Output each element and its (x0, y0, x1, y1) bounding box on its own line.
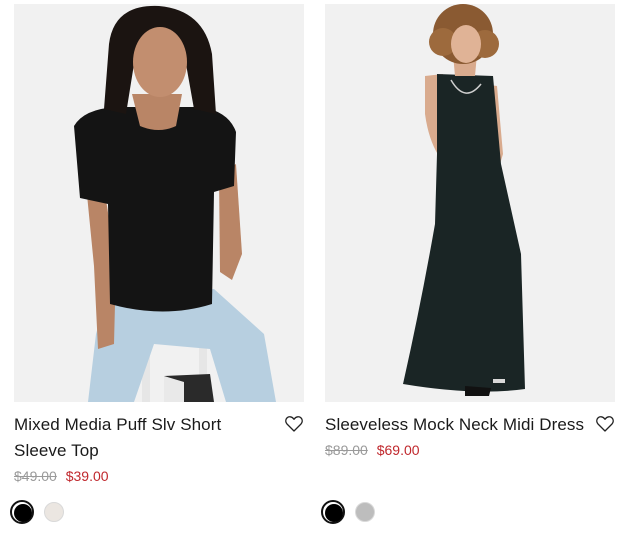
product-card[interactable]: Mixed Media Puff Slv Short Sleeve Top $4… (14, 4, 304, 485)
swatch-ivory[interactable] (42, 500, 66, 524)
swatch-black[interactable] (321, 500, 345, 524)
original-price: $89.00 (325, 442, 368, 458)
product-image[interactable] (325, 4, 615, 402)
product-photo-illustration (14, 4, 304, 402)
product-name[interactable]: Sleeveless Mock Neck Midi Dress (325, 412, 589, 438)
sale-price: $39.00 (65, 468, 109, 484)
swatch-black[interactable] (10, 500, 34, 524)
price-block: $89.00 $69.00 (325, 441, 615, 459)
product-name[interactable]: Mixed Media Puff Slv Short Sleeve Top (14, 412, 278, 464)
color-swatches (10, 500, 66, 524)
sale-price: $69.00 (376, 442, 420, 458)
product-photo-illustration (325, 4, 615, 402)
price-block: $49.00 $39.00 (14, 467, 304, 485)
wishlist-heart-icon[interactable] (595, 414, 615, 434)
product-card[interactable]: Sleeveless Mock Neck Midi Dress $89.00 $… (325, 4, 615, 459)
product-image[interactable] (14, 4, 304, 402)
swatch-grey[interactable] (353, 500, 377, 524)
original-price: $49.00 (14, 468, 57, 484)
color-swatches (321, 500, 377, 524)
wishlist-heart-icon[interactable] (284, 414, 304, 434)
